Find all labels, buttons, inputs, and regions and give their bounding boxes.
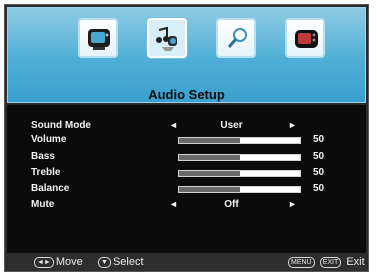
menu-row-mute[interactable]: Mute ◄ Off ► <box>7 198 366 213</box>
tv-settings-icon <box>295 30 318 48</box>
volume-slider[interactable] <box>178 137 301 144</box>
sound-mode-label: Sound Mode <box>31 120 91 131</box>
menu-header: Audio Setup <box>7 7 366 103</box>
volume-label: Volume <box>31 134 67 145</box>
balance-slider[interactable] <box>178 186 301 193</box>
footer-hint-bar: ◄► Move ▼ Select MENU EXIT Exit <box>7 255 366 271</box>
down-key-icon: ▼ <box>98 257 111 268</box>
exit-label: Exit <box>346 256 365 268</box>
tab-audio[interactable] <box>147 18 187 58</box>
mute-right-arrow-icon[interactable]: ► <box>288 199 297 209</box>
tab-picture[interactable] <box>78 18 118 58</box>
audio-music-icon <box>156 26 177 51</box>
exit-key-icon: EXIT <box>319 257 342 268</box>
sound-mode-right-arrow-icon[interactable]: ► <box>288 120 297 130</box>
mute-value: Off <box>224 199 239 210</box>
balance-value: 50 <box>313 183 325 194</box>
menu-row-bass[interactable]: Bass 50 <box>7 150 366 165</box>
menu-row-sound-mode[interactable]: Sound Mode ◄ User ► <box>7 119 366 134</box>
search-setup-icon <box>227 28 247 48</box>
volume-value: 50 <box>313 134 325 145</box>
menu-key-icon: MENU <box>288 257 315 268</box>
tab-setup[interactable] <box>285 18 325 58</box>
tv-picture-icon <box>88 29 110 50</box>
treble-label: Treble <box>31 167 61 178</box>
tab-search[interactable] <box>216 18 256 58</box>
mute-label: Mute <box>31 199 55 210</box>
move-label: Move <box>55 256 83 268</box>
treble-slider-fill <box>179 171 240 176</box>
left-right-key-icon: ◄► <box>34 257 54 268</box>
balance-slider-fill <box>179 187 240 192</box>
page-title: Audio Setup <box>148 87 225 102</box>
balance-label: Balance <box>31 183 70 194</box>
bass-slider[interactable] <box>178 154 301 161</box>
treble-value: 50 <box>313 167 325 178</box>
volume-slider-fill <box>179 138 240 143</box>
tv-osd-screen: Audio Setup Sound Mode ◄ User ► Volume 5… <box>4 4 369 272</box>
bass-slider-fill <box>179 155 240 160</box>
menu-row-balance[interactable]: Balance 50 <box>7 182 366 197</box>
sound-mode-value: User <box>220 120 243 131</box>
exit-hint: MENU EXIT Exit <box>288 256 365 268</box>
menu-row-treble[interactable]: Treble 50 <box>7 166 366 181</box>
select-label: Select <box>112 256 144 268</box>
bass-label: Bass <box>31 151 55 162</box>
audio-settings-menu: Sound Mode ◄ User ► Volume 50 Bass 50 Tr… <box>7 105 366 253</box>
move-hint: ◄► Move <box>34 256 83 268</box>
bass-value: 50 <box>313 151 325 162</box>
menu-row-volume[interactable]: Volume 50 <box>7 133 366 148</box>
treble-slider[interactable] <box>178 170 301 177</box>
select-hint: ▼ Select <box>98 256 144 268</box>
